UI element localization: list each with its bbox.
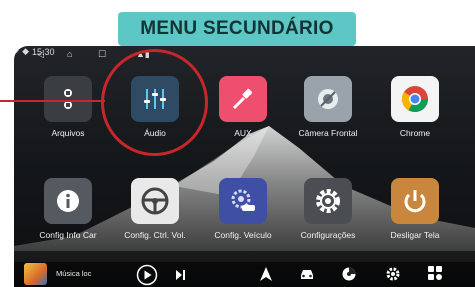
home-icon[interactable]: ⌂ <box>67 49 72 59</box>
music-disc-icon[interactable] <box>342 267 356 286</box>
camera-icon <box>304 76 352 122</box>
app-label: Arquivos <box>51 128 85 138</box>
back-icon[interactable]: ◁ <box>37 49 44 60</box>
callout-circle <box>101 49 208 156</box>
app-chrome[interactable]: Chrome <box>376 76 454 138</box>
location-icon: ⌖ <box>14 46 20 56</box>
files-icon <box>44 76 92 122</box>
play-button[interactable] <box>136 264 158 287</box>
app-aux[interactable]: AUX <box>204 76 282 138</box>
app-label: Config. Veículo <box>214 230 272 240</box>
status-right: ⌖ ◆ 15:30 <box>14 46 475 57</box>
next-track-icon[interactable] <box>174 268 186 286</box>
app-configuracoes[interactable]: Configurações <box>289 178 367 240</box>
app-label: Configurações <box>300 230 356 240</box>
app-label: Config. Ctrl. Vol. <box>124 230 186 240</box>
app-config-veiculo[interactable]: Config. Veículo <box>204 178 282 240</box>
car-icon[interactable] <box>299 267 315 286</box>
bottom-dock: Música loc <box>14 262 475 287</box>
aux-cable-icon <box>219 76 267 122</box>
vehicle-settings-icon <box>219 178 267 224</box>
app-desligar-tela[interactable]: Desligar Tela <box>376 178 454 240</box>
app-label: Câmera Frontal <box>298 128 358 138</box>
power-icon <box>391 178 439 224</box>
steering-wheel-icon <box>131 178 179 224</box>
app-label: Chrome <box>399 128 431 138</box>
app-grid-icon[interactable] <box>428 266 442 285</box>
app-config-ctrl-vol[interactable]: Config. Ctrl. Vol. <box>116 178 194 240</box>
info-icon <box>44 178 92 224</box>
app-config-info-car[interactable]: Config Info Car <box>29 178 107 240</box>
album-art[interactable] <box>24 263 47 285</box>
settings-gear-icon[interactable] <box>386 267 400 286</box>
app-arquivos[interactable]: Arquivos <box>29 76 107 138</box>
gear-icon <box>304 178 352 224</box>
section-title-banner: MENU SECUNDÁRIO <box>118 12 356 46</box>
app-label: AUX <box>234 128 252 138</box>
app-camera-frontal[interactable]: Câmera Frontal <box>289 76 367 138</box>
chrome-icon <box>391 76 439 122</box>
app-label: Desligar Tela <box>390 230 440 240</box>
navigation-icon[interactable] <box>259 267 273 286</box>
callout-line <box>0 100 105 102</box>
track-title[interactable]: Música loc <box>56 269 91 278</box>
wifi-icon: ◆ <box>22 46 29 56</box>
status-bar: ◁ ⌂ ☐ ▲▮ ⌖ ◆ 15:30 <box>14 46 475 62</box>
recent-apps-icon[interactable]: ☐ <box>98 49 106 60</box>
app-label: Config Info Car <box>39 230 97 240</box>
head-unit-screen: ◁ ⌂ ☐ ▲▮ ⌖ ◆ 15:30 Arquivos Áudio AUX Câ… <box>14 46 475 287</box>
